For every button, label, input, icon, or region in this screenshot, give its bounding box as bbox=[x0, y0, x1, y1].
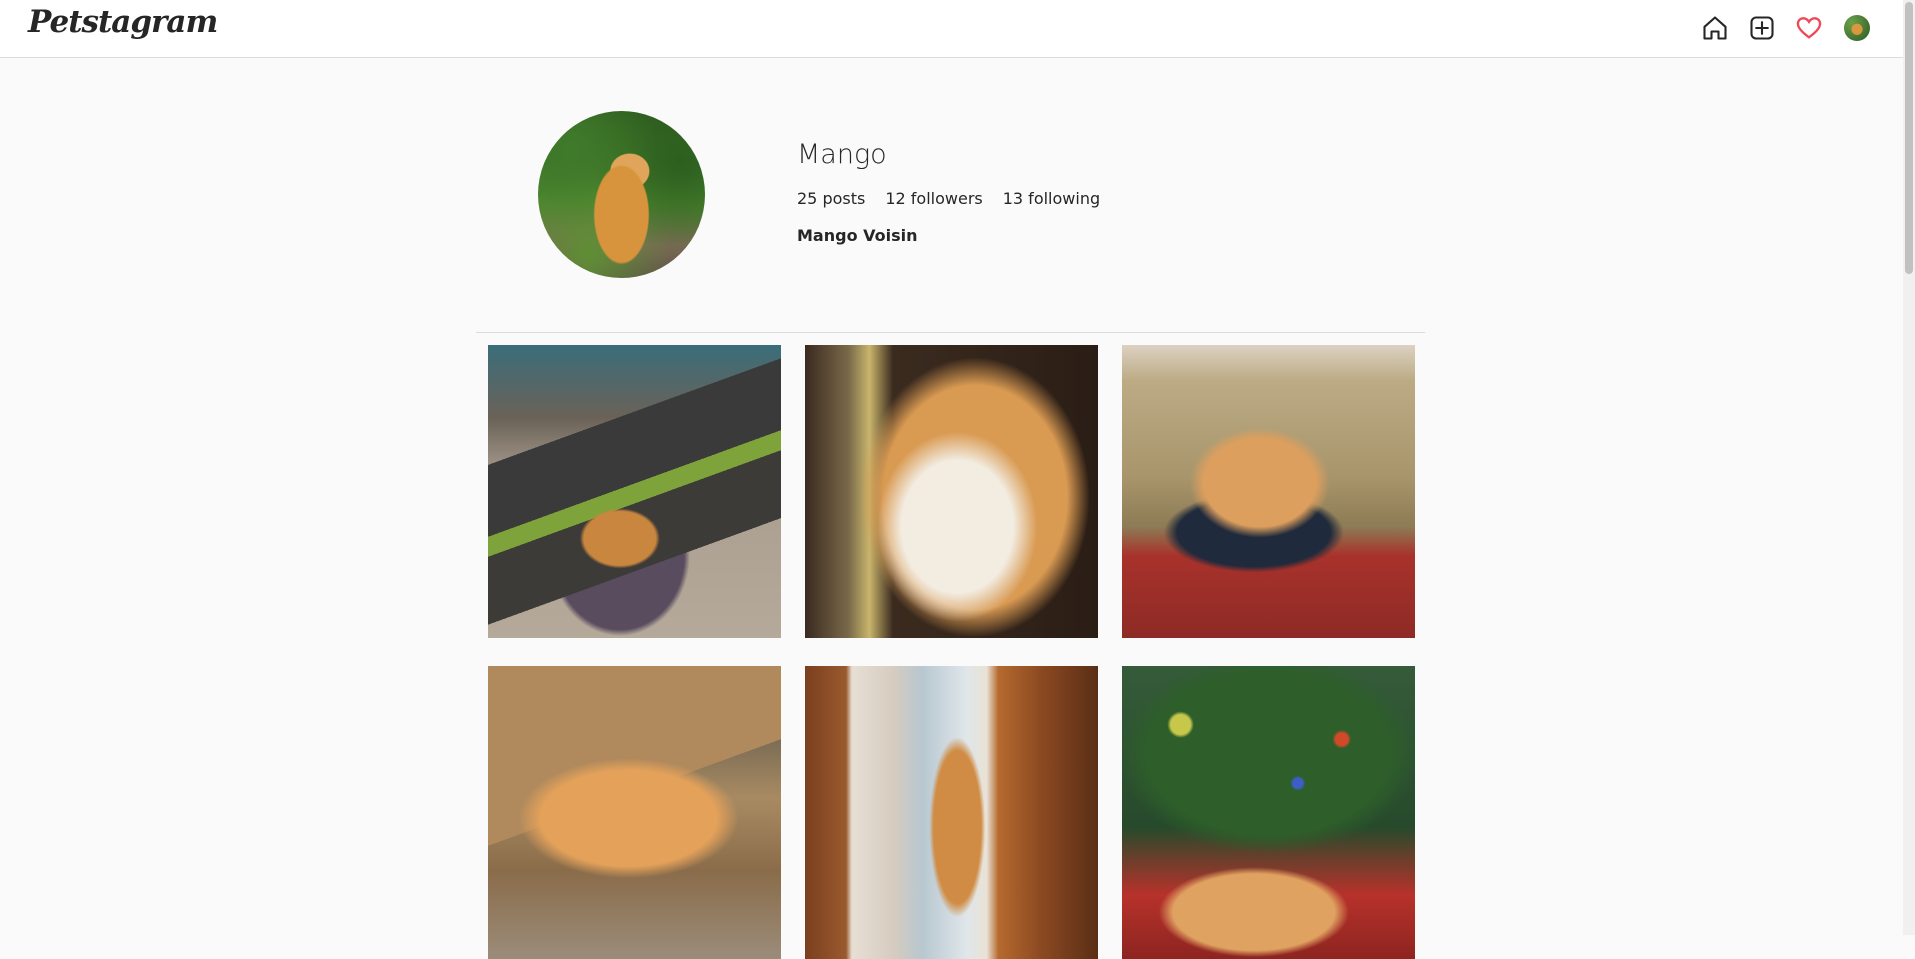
following-count[interactable]: 13 following bbox=[1003, 189, 1100, 208]
post-thumbnail[interactable] bbox=[805, 345, 1098, 638]
posts-count: 25 posts bbox=[797, 189, 866, 208]
top-nav: Petstagram bbox=[0, 0, 1903, 58]
heart-icon[interactable] bbox=[1795, 14, 1823, 42]
scrollbar-thumb[interactable] bbox=[1905, 2, 1913, 274]
scrollbar[interactable] bbox=[1903, 0, 1915, 935]
profile-picture bbox=[538, 111, 705, 278]
post-thumbnail[interactable] bbox=[488, 666, 781, 959]
profile-full-name: Mango Voisin bbox=[797, 226, 918, 245]
profile-avatar[interactable] bbox=[1844, 15, 1870, 41]
home-icon[interactable] bbox=[1701, 14, 1729, 42]
app-logo[interactable]: Petstagram bbox=[28, 4, 218, 40]
profile-username: Mango bbox=[797, 139, 887, 170]
new-post-icon[interactable] bbox=[1748, 14, 1776, 42]
profile-stats: 25 posts 12 followers 13 following bbox=[797, 189, 1120, 208]
post-thumbnail[interactable] bbox=[1122, 345, 1415, 638]
post-thumbnail[interactable] bbox=[1122, 666, 1415, 959]
followers-count[interactable]: 12 followers bbox=[885, 189, 982, 208]
post-thumbnail[interactable] bbox=[488, 345, 781, 638]
post-thumbnail[interactable] bbox=[805, 666, 1098, 959]
divider bbox=[476, 332, 1425, 333]
